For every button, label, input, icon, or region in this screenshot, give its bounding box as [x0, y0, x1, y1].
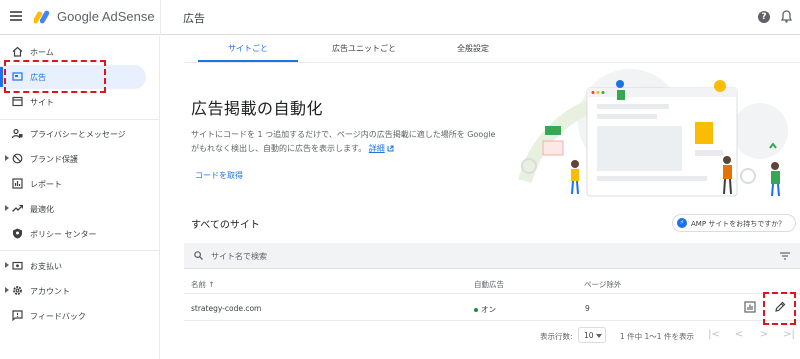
- sidebar-item-label: サイト: [30, 98, 54, 107]
- sidebar-item-label: 最適化: [30, 205, 54, 214]
- hero-title: 広告掲載の自動化: [191, 99, 324, 118]
- pagination: 表示行数: 10 1 件中 1〜1 件を表示 |< < > >|: [184, 322, 800, 352]
- sidebar-item-optimization[interactable]: 最適化: [0, 197, 150, 221]
- block-icon: [12, 153, 23, 164]
- sidebar-item-label: プライバシーとメッセージ: [30, 130, 126, 139]
- brand-product: AdSense: [101, 9, 155, 24]
- table-row[interactable]: strategy-code.com オン 9: [184, 295, 800, 321]
- auto-ads-status-label: オン: [481, 305, 496, 314]
- sidebar-item-label: お支払い: [30, 262, 62, 271]
- site-search-input[interactable]: [211, 248, 611, 264]
- filter-icon[interactable]: [780, 252, 790, 260]
- sidebar-item-account[interactable]: アカウント: [0, 279, 150, 303]
- top-app-bar: Google AdSense 広告 ?: [0, 0, 800, 35]
- privacy-icon: [12, 128, 23, 139]
- expand-caret-icon: [5, 287, 9, 293]
- sidebar-item-reports[interactable]: レポート: [0, 172, 150, 196]
- page-title: 広告: [183, 12, 205, 25]
- column-header-name[interactable]: 名前 ↑: [191, 279, 215, 290]
- highlight-box-ads: [4, 60, 106, 93]
- table-header: 名前 ↑ 自動広告 ページ除外: [184, 274, 800, 294]
- auto-ads-illustration: [518, 69, 788, 197]
- sidebar-item-sites[interactable]: サイト: [0, 90, 150, 114]
- menu-icon[interactable]: [10, 11, 22, 21]
- site-name-cell: strategy-code.com: [191, 304, 262, 313]
- sidebar-item-privacy[interactable]: プライバシーとメッセージ: [0, 122, 150, 146]
- sidebar-item-label: アカウント: [30, 287, 70, 296]
- report-icon[interactable]: [744, 301, 756, 313]
- payments-icon: [12, 261, 23, 270]
- notifications-icon[interactable]: [781, 10, 792, 23]
- adsense-logo-icon: [34, 10, 50, 24]
- dropdown-arrow-icon: [596, 334, 602, 338]
- sidebar-divider: [0, 119, 160, 120]
- first-page-icon[interactable]: |<: [708, 329, 720, 341]
- home-icon: [12, 46, 23, 57]
- sidebar-item-label: フィードバック: [30, 312, 86, 321]
- help-icon[interactable]: ?: [758, 11, 770, 23]
- brand-name[interactable]: Google AdSense: [57, 9, 155, 24]
- shield-icon: [13, 228, 22, 239]
- amp-chip-label: AMP サイトをお持ちですか？: [691, 220, 786, 228]
- active-indicator: [0, 67, 3, 87]
- sidebar-item-brand-safety[interactable]: ブランド保護: [0, 147, 150, 171]
- header-divider: [160, 0, 161, 35]
- brand-google: Google: [57, 9, 99, 24]
- reports-icon: [12, 178, 23, 189]
- auto-ads-status-cell: オン: [474, 304, 496, 315]
- sidebar-item-payments[interactable]: お支払い: [0, 254, 150, 278]
- gear-icon: [13, 286, 22, 295]
- tab-bar: サイトごと 広告ユニットごと 全般設定: [184, 36, 800, 63]
- active-tab-indicator: [198, 60, 298, 62]
- column-header-page-exclusion: ページ除外: [584, 280, 622, 289]
- tab-global-settings[interactable]: 全般設定: [428, 43, 518, 54]
- learn-more-link[interactable]: 詳細: [369, 144, 385, 153]
- hero-description-line-1: サイトにコードを 1 つ追加するだけで、ページ内の広告掲載に適した場所を Goo…: [191, 130, 496, 139]
- prev-page-icon[interactable]: <: [733, 329, 745, 341]
- amp-sites-chip[interactable]: ⚡ AMP サイトをお持ちですか？: [672, 214, 796, 232]
- tab-by-site[interactable]: サイトごと: [198, 43, 298, 54]
- sidebar-item-label: ホーム: [30, 48, 54, 57]
- sidebar-item-label: レポート: [30, 180, 62, 189]
- open-external-icon: [387, 145, 394, 152]
- sidebar-item-label: ポリシー センター: [30, 230, 97, 239]
- sites-icon: [12, 96, 23, 107]
- trend-icon: [12, 204, 23, 212]
- sidebar-item-feedback[interactable]: フィードバック: [0, 304, 150, 328]
- all-sites-title: すべてのサイト: [191, 220, 260, 231]
- tab-by-ad-unit[interactable]: 広告ユニットごと: [304, 43, 424, 54]
- rows-per-page-value: 10: [584, 331, 594, 340]
- rows-per-page-select[interactable]: 10: [578, 327, 606, 343]
- sort-arrow-up-icon: ↑: [208, 280, 215, 289]
- excluded-pages-cell: 9: [585, 304, 590, 313]
- hero-description-line-2: がもれなく検出し、自動的に広告を表示します。: [191, 144, 367, 153]
- expand-caret-icon: [5, 262, 9, 268]
- sidebar-item-policy-center[interactable]: ポリシー センター: [0, 222, 150, 246]
- column-header-auto-ads: 自動広告: [474, 280, 504, 289]
- get-code-button[interactable]: コードを取得: [195, 170, 243, 181]
- expand-caret-icon: [5, 205, 9, 211]
- pagination-range: 1 件中 1〜1 件を表示: [620, 332, 694, 341]
- status-dot-icon: [474, 308, 478, 312]
- highlight-box-edit: [763, 292, 796, 325]
- sidebar-divider: [0, 250, 160, 251]
- feedback-icon: [12, 310, 23, 321]
- expand-caret-icon: [5, 155, 9, 161]
- site-search-bar: [184, 243, 800, 269]
- rows-per-page-label: 表示行数:: [540, 332, 573, 341]
- hero-description: サイトにコードを 1 つ追加するだけで、ページ内の広告掲載に適した場所を Goo…: [191, 128, 511, 156]
- column-header-name-label: 名前: [191, 280, 206, 289]
- search-icon: [194, 251, 203, 260]
- next-page-icon[interactable]: >: [758, 329, 770, 341]
- sidebar-item-label: ブランド保護: [30, 155, 78, 164]
- amp-icon: ⚡: [677, 218, 687, 228]
- last-page-icon[interactable]: >|: [783, 329, 795, 341]
